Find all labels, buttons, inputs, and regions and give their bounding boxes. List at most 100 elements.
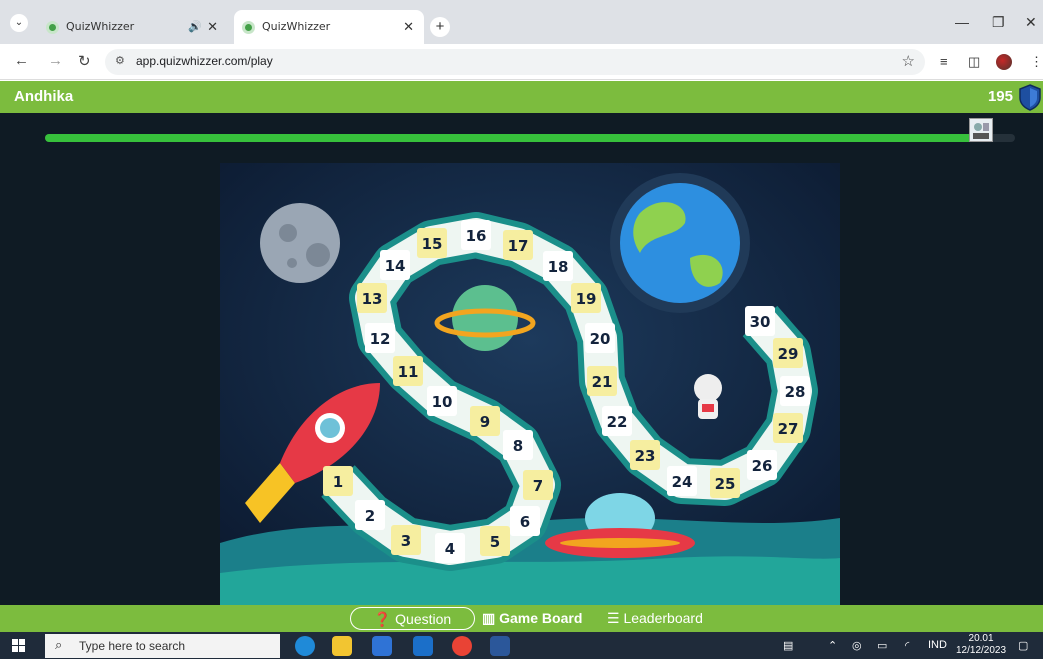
board-square: 7: [523, 470, 553, 500]
board-square-number: 19: [576, 290, 597, 308]
site-info-icon[interactable]: ⚙: [115, 54, 125, 67]
board-square-number: 22: [607, 413, 628, 431]
browser-tab-strip: ⌄ QuizWhizzer 🔊 ✕ QuizWhizzer ✕ + — ❐ ✕: [0, 0, 1043, 44]
reading-list-icon[interactable]: ≡: [940, 54, 948, 69]
tab-search-button[interactable]: ⌄: [10, 14, 28, 32]
windows-start-icon[interactable]: [12, 639, 25, 652]
file-explorer-icon[interactable]: [332, 636, 352, 656]
board-square-number: 25: [715, 475, 736, 493]
board-square: 18: [543, 251, 573, 281]
board-square: 6: [510, 506, 540, 536]
shield-icon: [1019, 84, 1041, 111]
board-square: 3: [391, 525, 421, 555]
url-text: app.quizwhizzer.com/play: [136, 54, 273, 68]
map-icon: ▥: [482, 610, 496, 626]
board-square: 25: [710, 468, 740, 498]
board-square: 11: [393, 356, 423, 386]
clock-date: 12/12/2023: [956, 645, 1007, 656]
board-square-number: 29: [778, 345, 799, 363]
minimize-icon[interactable]: —: [955, 14, 969, 30]
list-icon: ☰: [607, 610, 620, 626]
quizwhizzer-favicon-icon: [242, 21, 255, 34]
board-square-number: 14: [385, 257, 406, 275]
game-board-tab[interactable]: ▥ Game Board: [482, 607, 582, 630]
profile-avatar-icon[interactable]: [996, 54, 1012, 70]
board-square-number: 16: [466, 227, 487, 245]
meet-icon[interactable]: ◎: [852, 639, 862, 652]
board-square: 21: [587, 366, 617, 396]
board-square: 22: [602, 406, 632, 436]
board-square-number: 7: [533, 477, 543, 495]
bottom-nav: ❓ Question ▥ Game Board ☰ Leaderboard: [0, 605, 1043, 632]
board-square-number: 28: [785, 383, 806, 401]
os-taskbar: ⌕ Type here to search ▤ ⌃ ◎ ▭ ◜ IND 20.0…: [0, 632, 1043, 659]
edge-icon[interactable]: [295, 636, 315, 656]
leaderboard-tab[interactable]: ☰ Leaderboard: [607, 607, 703, 630]
clock[interactable]: 20.01 12/12/2023: [956, 633, 1006, 657]
app-header: Andhika 195: [0, 81, 1043, 113]
audio-playing-icon[interactable]: 🔊: [188, 10, 202, 44]
search-placeholder: Type here to search: [79, 639, 186, 653]
browser-tab-2[interactable]: QuizWhizzer ✕: [234, 10, 424, 44]
language-indicator[interactable]: IND: [928, 639, 947, 651]
score-value: 195: [987, 88, 1013, 105]
mail-icon[interactable]: [413, 636, 433, 656]
tab-title: QuizWhizzer: [66, 20, 135, 33]
board-square-number: 24: [672, 473, 693, 491]
taskbar-search-input[interactable]: ⌕ Type here to search: [45, 634, 280, 658]
board-square: 27: [773, 413, 803, 443]
game-area: 1 2 3 4 5 6 7 8 9 10 11 12 13 14 15 16 17 18 19 20 21 22 23 24 2…: [0, 113, 1043, 605]
game-board[interactable]: 123 4 56789101112131415 161718192021222324 2…: [220, 163, 840, 605]
kebab-menu-icon[interactable]: ⋮: [1030, 54, 1043, 70]
forward-icon[interactable]: →: [48, 52, 63, 69]
board-square: 26: [747, 450, 777, 480]
board-square-number: 17: [508, 237, 529, 255]
player-avatar-icon: [969, 118, 993, 142]
battery-icon[interactable]: ▭: [877, 639, 887, 652]
board-square: 12: [365, 323, 395, 353]
notifications-icon[interactable]: ▢: [1018, 639, 1028, 652]
board-square-number: 10: [432, 393, 453, 411]
tab-close-icon[interactable]: ✕: [207, 10, 218, 44]
board-square: 15: [417, 228, 447, 258]
question-button[interactable]: ❓ Question: [350, 607, 475, 630]
back-icon[interactable]: ←: [14, 52, 29, 69]
board-square-number: 11: [398, 363, 419, 381]
board-square: 10: [427, 386, 457, 416]
board-square-number: 1: [333, 473, 343, 491]
board-square-number: 27: [778, 420, 799, 438]
store-icon[interactable]: [372, 636, 392, 656]
side-panel-icon[interactable]: ◫: [968, 54, 980, 70]
bookmark-star-icon[interactable]: ☆: [902, 52, 915, 70]
window-close-icon[interactable]: ✕: [1025, 14, 1037, 31]
board-square: 28: [780, 376, 810, 406]
tray-chevron-icon[interactable]: ⌃: [828, 639, 837, 652]
board-square-number: 26: [752, 457, 773, 475]
board-square: 29: [773, 338, 803, 368]
wifi-icon[interactable]: ◜: [905, 639, 909, 652]
tab-close-icon[interactable]: ✕: [403, 10, 414, 44]
board-square: 16: [461, 220, 491, 250]
game-board-label: Game Board: [499, 610, 583, 626]
board-square-number: 30: [750, 313, 771, 331]
browser-tab-1[interactable]: QuizWhizzer 🔊 ✕: [38, 10, 228, 44]
progress-fill: [45, 134, 977, 142]
earth-icon: [610, 173, 750, 313]
astronaut-icon: [694, 374, 722, 419]
new-tab-button[interactable]: +: [430, 17, 450, 37]
restore-icon[interactable]: ❐: [992, 14, 1005, 31]
reload-icon[interactable]: ↻: [78, 52, 91, 70]
board-square: 30: [745, 306, 775, 336]
chrome-icon[interactable]: [452, 636, 472, 656]
quizwhizzer-favicon-icon: [46, 21, 59, 34]
board-square: 19: [571, 283, 601, 313]
help-circle-icon: ❓: [373, 611, 392, 627]
board-square: 13: [357, 283, 387, 313]
news-widget-icon[interactable]: ▤: [783, 639, 793, 652]
board-square-number: 13: [362, 290, 383, 308]
word-icon[interactable]: [490, 636, 510, 656]
board-square: 14: [380, 250, 410, 280]
board-square-number: 2: [365, 507, 375, 525]
board-square: 5: [480, 526, 510, 556]
address-bar[interactable]: ⚙ app.quizwhizzer.com/play ☆: [105, 49, 925, 75]
